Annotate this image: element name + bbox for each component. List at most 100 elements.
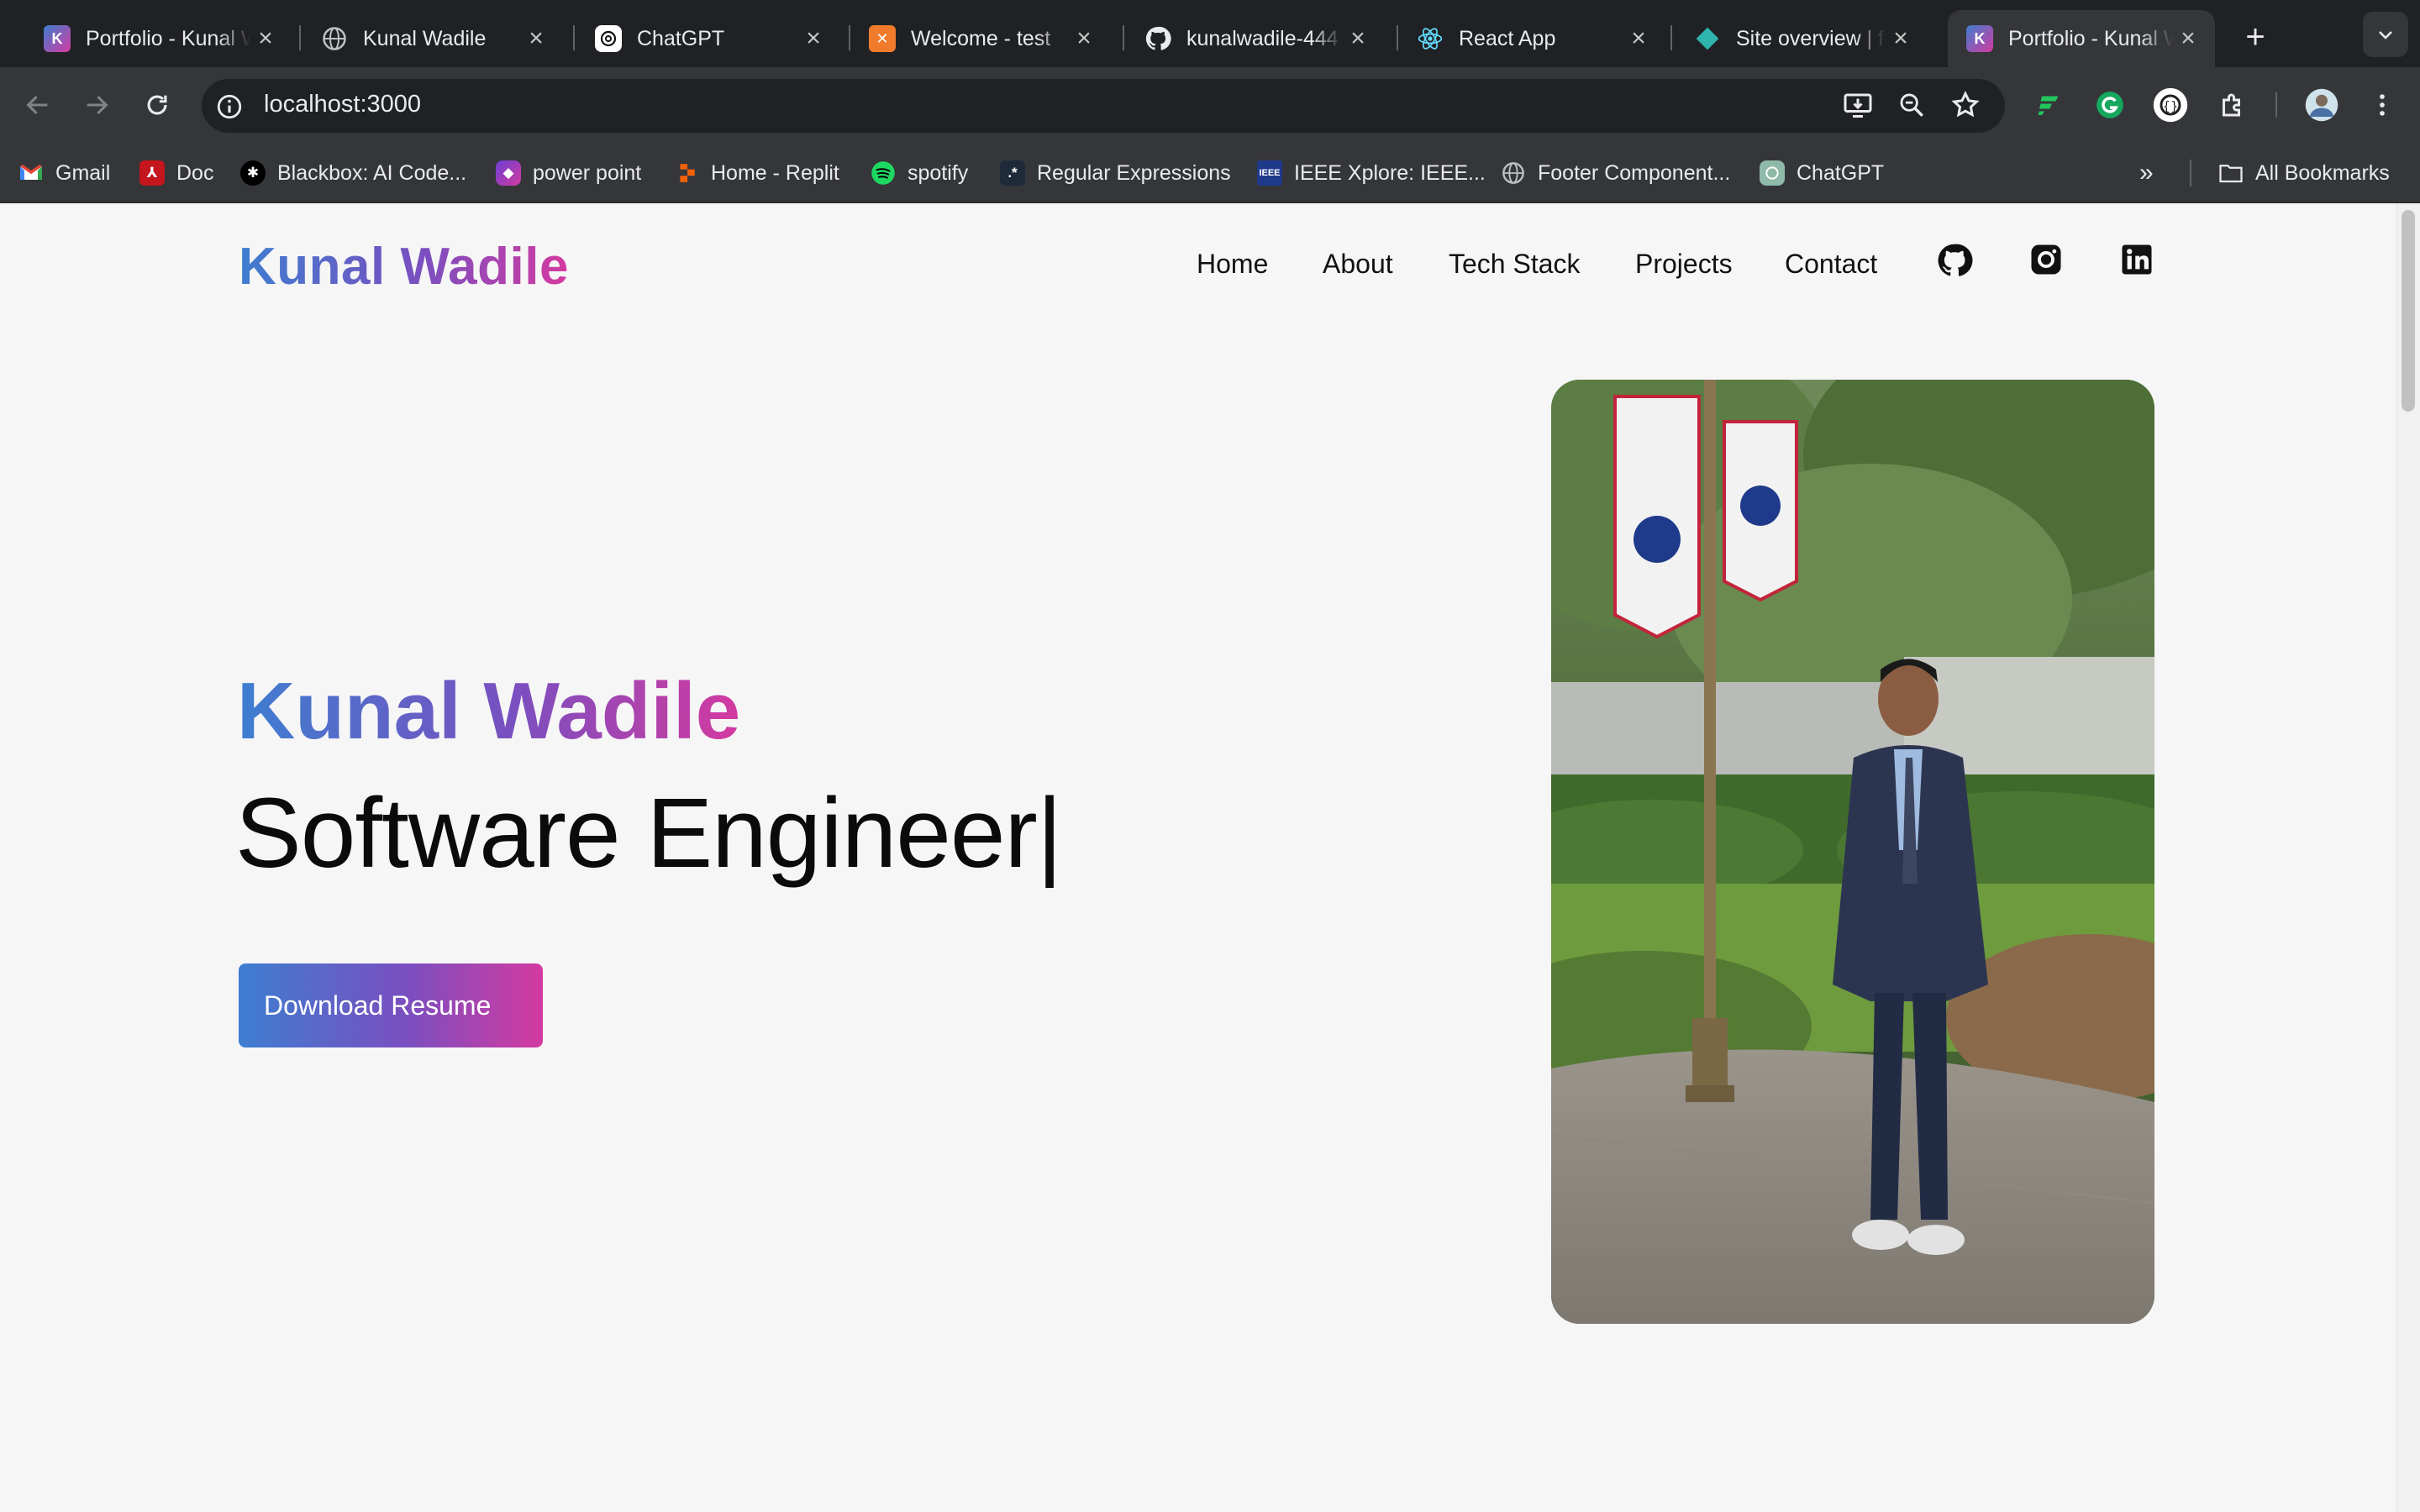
- bookmark-spotify[interactable]: spotify: [871, 156, 968, 190]
- bookmark-label: Blackbox: AI Code...: [277, 160, 467, 185]
- k-logo-icon: K: [44, 25, 71, 52]
- tab-divider: [299, 25, 301, 50]
- bookmark-label: Home - Replit: [711, 160, 839, 185]
- extensions-puzzle-icon[interactable]: [2213, 86, 2252, 124]
- globe-icon: [1501, 160, 1526, 186]
- bookmark-label: IEEE Xplore: IEEE...: [1294, 160, 1486, 185]
- close-icon[interactable]: ×: [2173, 24, 2203, 53]
- close-icon[interactable]: ×: [1069, 24, 1099, 53]
- tab-portfolio-active[interactable]: K Portfolio - Kunal Wadile ×: [1948, 10, 2215, 67]
- more-menu-icon[interactable]: [2363, 86, 2402, 124]
- blackbox-icon: ✱: [240, 160, 266, 186]
- bookmark-label: ChatGPT: [1797, 160, 1885, 185]
- bookmark-regex[interactable]: .* Regular Expressions: [1000, 156, 1231, 190]
- site-info-icon[interactable]: [212, 89, 247, 124]
- tab-react-app[interactable]: React App ×: [1398, 10, 1665, 67]
- chatgpt-icon: [595, 25, 622, 52]
- reload-button[interactable]: [138, 86, 176, 124]
- tab-title: ChatGPT: [637, 26, 725, 50]
- back-button[interactable]: [18, 86, 57, 124]
- reload-icon: [147, 95, 167, 115]
- tab-title: Site overview | fo: [1736, 26, 1886, 50]
- close-icon[interactable]: ×: [1886, 24, 1916, 53]
- svg-text:{}: {}: [2163, 99, 2179, 113]
- install-app-icon[interactable]: [1839, 86, 1877, 124]
- tab-title: Portfolio - Kunal Wadile: [2008, 26, 2173, 50]
- download-resume-button[interactable]: Download Resume: [239, 963, 543, 1047]
- bookmark-label: Footer Component...: [1538, 160, 1731, 185]
- powerpoint-icon: ◆: [496, 160, 521, 186]
- regex-icon: .*: [1000, 160, 1025, 186]
- bookmark-footer-component[interactable]: Footer Component...: [1501, 156, 1730, 190]
- tab-divider: [1670, 25, 1672, 50]
- scrollbar-thumb[interactable]: [2402, 210, 2415, 412]
- tab-github[interactable]: kunalwadile-444 ×: [1126, 10, 1385, 67]
- bookmarks-overflow-icon[interactable]: »: [2139, 156, 2154, 190]
- site-logo[interactable]: Kunal Wadile: [239, 237, 569, 297]
- grammarly-icon[interactable]: [2091, 86, 2129, 124]
- gmail-icon: [18, 160, 44, 186]
- close-icon[interactable]: ×: [250, 24, 281, 53]
- replit-icon: [674, 160, 699, 186]
- nav-about[interactable]: About: [1323, 249, 1393, 280]
- close-icon[interactable]: ×: [1623, 24, 1654, 53]
- new-tab-button[interactable]: +: [2232, 13, 2279, 60]
- bookmark-gmail[interactable]: Gmail: [18, 156, 110, 190]
- page-viewport: Kunal Wadile Home About Tech Stack Proje…: [0, 203, 2420, 1512]
- tab-divider: [573, 25, 575, 50]
- url-text[interactable]: localhost:3000: [264, 91, 421, 118]
- all-bookmarks-label: All Bookmarks: [2255, 160, 2390, 185]
- close-icon[interactable]: ×: [521, 24, 551, 53]
- tab-portfolio-1[interactable]: K Portfolio - Kunal Wadile ×: [25, 10, 292, 67]
- tab-welcome-test[interactable]: ✕ Welcome - test ×: [850, 10, 1111, 67]
- tab-strip: K Portfolio - Kunal Wadile × Kunal Wadil…: [0, 0, 2420, 67]
- tab-chatgpt[interactable]: ChatGPT ×: [576, 10, 840, 67]
- profile-avatar[interactable]: [2302, 86, 2341, 124]
- chevron-down-icon: [2379, 31, 2392, 39]
- tab-divider: [1123, 25, 1124, 50]
- tab-site-overview[interactable]: Site overview | fo ×: [1676, 10, 1928, 67]
- tab-title: kunalwadile-444: [1186, 26, 1339, 50]
- extension-circle-icon[interactable]: {}: [2151, 86, 2190, 124]
- hero-name: Kunal Wadile: [237, 666, 741, 756]
- bookmark-replit[interactable]: Home - Replit: [674, 156, 839, 190]
- bookmark-blackbox[interactable]: ✱ Blackbox: AI Code...: [240, 156, 466, 190]
- tab-kunal-wadile[interactable]: Kunal Wadile ×: [302, 10, 563, 67]
- nav-tech-stack[interactable]: Tech Stack: [1449, 249, 1581, 280]
- bookmark-doc[interactable]: ⅄ Doc: [139, 156, 213, 190]
- tab-title: Portfolio - Kunal Wadile: [86, 26, 250, 50]
- bookmark-label: Regular Expressions: [1037, 160, 1231, 185]
- folder-icon: [2218, 160, 2244, 186]
- address-bar[interactable]: [202, 79, 2005, 133]
- nav-projects[interactable]: Projects: [1635, 249, 1733, 280]
- bookmark-ieee[interactable]: IEEE IEEE Xplore: IEEE...: [1257, 156, 1486, 190]
- extension-f-icon[interactable]: [2030, 86, 2069, 124]
- arrow-left-icon: [26, 95, 48, 115]
- arrow-right-icon: [87, 95, 108, 115]
- close-icon[interactable]: ×: [1343, 24, 1373, 53]
- netlify-icon: [1694, 25, 1721, 52]
- linkedin-icon[interactable]: [2119, 242, 2158, 281]
- ieee-icon: IEEE: [1257, 160, 1282, 186]
- instagram-icon[interactable]: [2028, 242, 2067, 281]
- xampp-icon: ✕: [869, 25, 896, 52]
- nav-contact[interactable]: Contact: [1785, 249, 1877, 280]
- bookmark-label: Gmail: [55, 160, 111, 185]
- nav-home[interactable]: Home: [1197, 249, 1268, 280]
- github-icon[interactable]: [1936, 242, 1975, 281]
- tab-title: React App: [1459, 26, 1556, 50]
- forward-button[interactable]: [77, 86, 116, 124]
- github-icon: [1144, 25, 1171, 52]
- pdf-icon: ⅄: [139, 160, 165, 186]
- bookmark-star-icon[interactable]: [1946, 86, 1985, 124]
- bookmarks-divider: [2190, 160, 2191, 186]
- zoom-icon[interactable]: [1892, 86, 1931, 124]
- close-icon[interactable]: ×: [798, 24, 829, 53]
- tab-search-button[interactable]: [2363, 12, 2408, 57]
- bookmark-power-point[interactable]: ◆ power point: [496, 156, 641, 190]
- k-logo-icon: K: [1966, 25, 1993, 52]
- bookmark-label: Doc: [176, 160, 214, 185]
- all-bookmarks-button[interactable]: All Bookmarks: [2218, 156, 2390, 190]
- tab-title: Welcome - test: [911, 26, 1051, 50]
- bookmark-chatgpt[interactable]: ChatGPT: [1760, 156, 1884, 190]
